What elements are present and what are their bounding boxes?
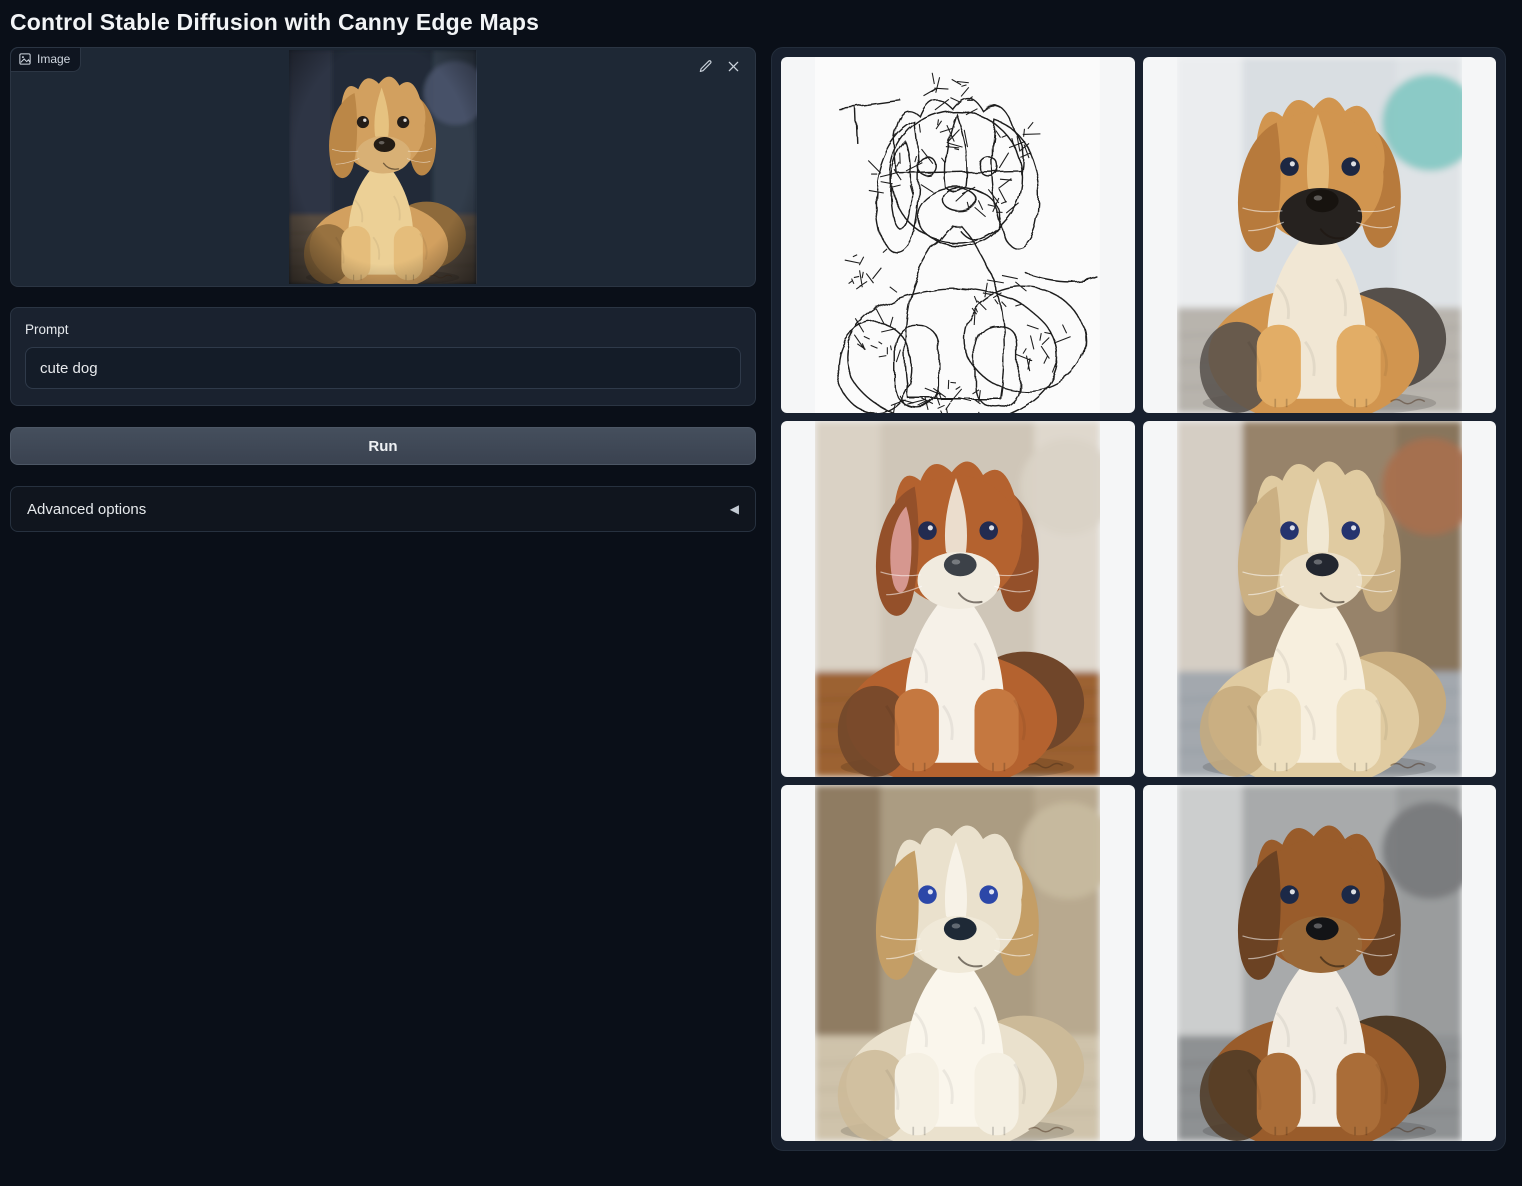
pencil-icon: [698, 59, 713, 74]
main-layout: Image Prompt Run Adv: [0, 47, 1522, 1165]
gallery-item[interactable]: [1143, 421, 1497, 777]
advanced-options-accordion[interactable]: Advanced options ◀: [10, 486, 756, 532]
image-label-text: Image: [37, 52, 70, 66]
gallery-item[interactable]: [781, 421, 1135, 777]
image-icon: [19, 53, 31, 65]
controls-column: Image Prompt Run Adv: [10, 47, 756, 532]
gallery-item-edge-map[interactable]: [781, 57, 1135, 413]
edit-image-button[interactable]: [696, 57, 715, 76]
image-label: Image: [11, 48, 81, 72]
input-image[interactable]: [11, 48, 755, 286]
clear-image-button[interactable]: [724, 57, 743, 76]
run-button[interactable]: Run: [10, 427, 756, 465]
advanced-options-label: Advanced options: [27, 501, 146, 518]
image-action-buttons: [696, 57, 743, 76]
results-gallery: [771, 47, 1506, 1151]
page-title: Control Stable Diffusion with Canny Edge…: [10, 9, 1522, 36]
close-icon: [726, 59, 741, 74]
collapse-left-triangle-icon: ◀: [730, 502, 739, 516]
prompt-input[interactable]: [25, 347, 741, 389]
gallery-item[interactable]: [781, 785, 1135, 1141]
prompt-panel: Prompt: [10, 307, 756, 406]
gallery-item[interactable]: [1143, 57, 1497, 413]
prompt-label: Prompt: [25, 322, 741, 337]
gallery-item[interactable]: [1143, 785, 1497, 1141]
input-image-panel: Image: [10, 47, 756, 287]
